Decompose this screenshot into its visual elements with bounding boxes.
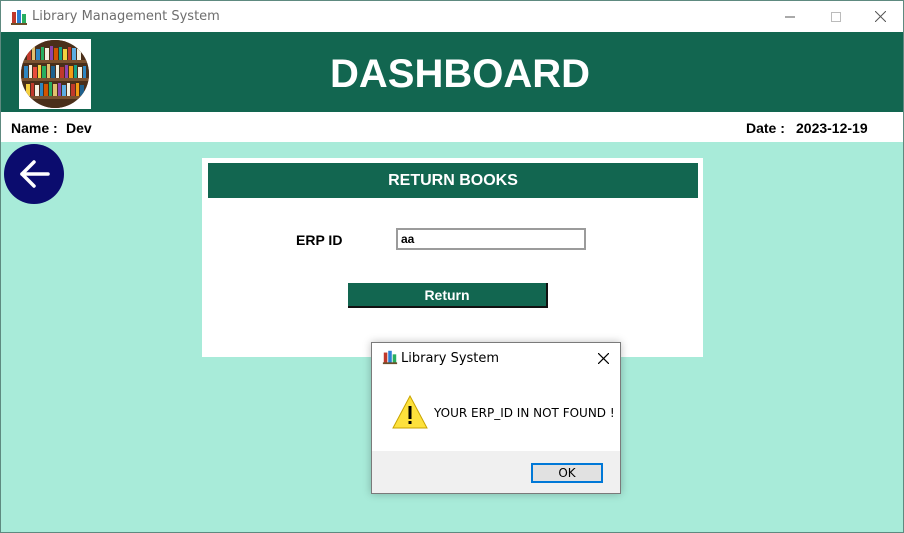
- ok-button[interactable]: OK: [531, 463, 603, 483]
- books-icon: [11, 10, 27, 25]
- close-icon: [597, 352, 609, 364]
- maximize-button[interactable]: [813, 1, 859, 32]
- window-titlebar: Library Management System: [1, 1, 903, 32]
- dialog-message: YOUR ERP_ID IN NOT FOUND !: [434, 406, 615, 420]
- maximize-icon: [831, 11, 841, 22]
- message-dialog: Library System YOUR ERP_ID IN NOT FOUND …: [371, 342, 621, 494]
- page-title: DASHBOARD: [330, 52, 590, 96]
- close-icon: [874, 11, 886, 22]
- erp-id-label: ERP ID: [296, 232, 343, 248]
- dialog-footer: OK: [372, 451, 620, 493]
- books-icon: [382, 350, 398, 365]
- date-label: Date :: [746, 120, 785, 136]
- erp-id-input[interactable]: [396, 228, 586, 250]
- dialog-title: Library System: [401, 351, 500, 366]
- back-button[interactable]: [4, 144, 64, 204]
- dashboard-header: DASHBOARD: [1, 32, 903, 112]
- window-title: Library Management System: [32, 9, 220, 24]
- return-books-panel: RETURN BOOKS ERP ID Return: [202, 158, 703, 357]
- user-info-bar: Name : Dev Date : 2023-12-19: [1, 112, 903, 142]
- name-label: Name :: [11, 120, 58, 136]
- minimize-button[interactable]: [767, 1, 813, 32]
- name-value: Dev: [66, 120, 92, 136]
- window-close-button[interactable]: [857, 1, 903, 32]
- return-button[interactable]: Return: [348, 283, 548, 308]
- minimize-icon: [785, 16, 795, 17]
- dialog-close-button[interactable]: [594, 349, 612, 367]
- date-value: 2023-12-19: [796, 120, 868, 136]
- warning-icon: [392, 395, 428, 429]
- arrow-left-icon: [20, 160, 50, 188]
- panel-title: RETURN BOOKS: [208, 163, 698, 198]
- app-window: Library Management System DASHBOARD Name…: [0, 0, 904, 533]
